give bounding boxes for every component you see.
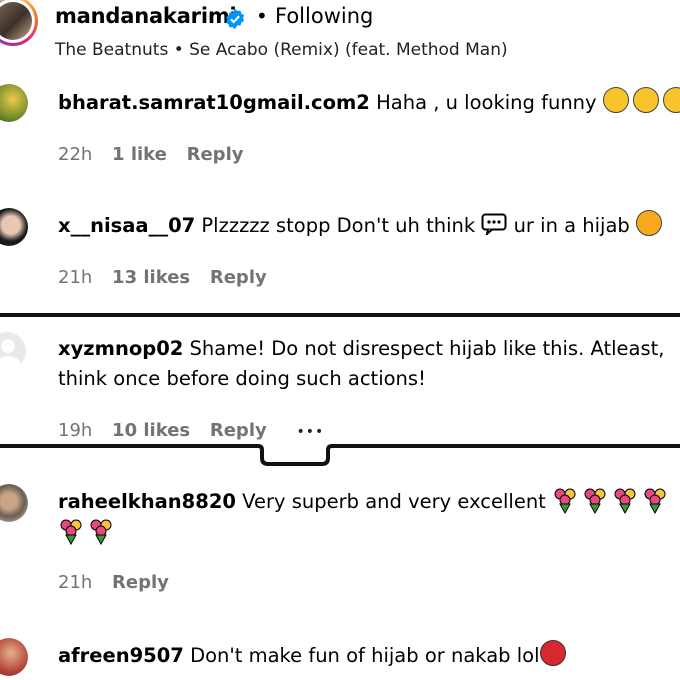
laughing-emoji-icon	[602, 87, 680, 114]
commenter-avatar[interactable]	[0, 84, 28, 122]
comment-body: x__nisaa__07 Plzzzzz stopp Don't uh thin…	[58, 210, 666, 241]
comment-body: raheelkhan8820 Very superb and very exce…	[58, 486, 672, 548]
reply-button[interactable]: Reply	[112, 572, 169, 593]
comment-text: ur in a hijab	[513, 214, 630, 237]
reply-button[interactable]: Reply	[210, 420, 267, 441]
comment-body: afreen9507 Don't make fun of hijab or na…	[58, 640, 570, 671]
bouquet-emoji-icon	[552, 488, 672, 514]
angry-devil-emoji-icon	[539, 640, 566, 666]
bouquet-emoji-icon	[58, 519, 118, 545]
comment-text: Very superb and very excellent	[242, 490, 546, 513]
song-attribution[interactable]: The Beatnuts • Se Acabo (Remix) (feat. M…	[55, 40, 508, 60]
story-ring-avatar[interactable]	[0, 0, 38, 46]
post-author-username[interactable]: mandanakarimi	[55, 4, 237, 28]
speech-bubble-emoji-icon	[481, 213, 507, 237]
comment-username[interactable]: xyzmnop02	[58, 337, 183, 360]
comment-meta: 22h 1 like Reply	[58, 144, 257, 165]
comment-meta: 21h 13 likes Reply	[58, 267, 281, 288]
comment-text-line2: think once before doing such actions!	[58, 367, 426, 390]
comment-time: 22h	[58, 144, 93, 165]
comment-time: 21h	[58, 572, 93, 593]
comment-text: Haha , u looking funny	[376, 91, 597, 114]
comment-likes[interactable]: 10 likes	[112, 420, 190, 441]
comment-username[interactable]: bharat.samrat10gmail.com2	[58, 91, 370, 114]
angry-face-emoji-icon	[636, 210, 663, 236]
comment-item: x__nisaa__07 Plzzzzz stopp Don't uh thin…	[0, 204, 680, 304]
highlight-border-top	[0, 313, 680, 317]
comment-time: 19h	[58, 420, 93, 441]
default-avatar-icon[interactable]	[0, 332, 26, 370]
comment-item: raheelkhan8820 Very superb and very exce…	[0, 478, 680, 608]
more-options-icon[interactable]: •••	[296, 424, 324, 440]
header-separator: •	[256, 4, 268, 28]
reply-button[interactable]: Reply	[210, 267, 267, 288]
commenter-avatar[interactable]	[0, 638, 28, 676]
comment-time: 21h	[58, 267, 93, 288]
comment-item: afreen9507 Don't make fun of hijab or na…	[0, 632, 680, 680]
comment-likes[interactable]: 13 likes	[112, 267, 190, 288]
comment-text: Shame! Do not disrespect hijab like this…	[189, 337, 665, 360]
post-header: mandanakarimi • Following The Beatnuts •…	[0, 0, 680, 84]
comment-likes[interactable]: 1 like	[112, 144, 167, 165]
reply-button[interactable]: Reply	[187, 144, 244, 165]
verified-badge-icon	[225, 8, 245, 30]
comment-body: bharat.samrat10gmail.com2 Haha , u looki…	[58, 87, 680, 118]
comment-text: Plzzzzz stopp Don't uh think	[201, 214, 476, 237]
highlight-border-bottom	[0, 444, 680, 466]
commenter-avatar[interactable]	[0, 484, 28, 522]
comment-meta: 21h Reply	[58, 572, 183, 593]
comment-body: xyzmnop02 Shame! Do not disrespect hijab…	[58, 334, 665, 394]
comment-username[interactable]: afreen9507	[58, 644, 184, 667]
following-button[interactable]: Following	[275, 4, 373, 28]
commenter-avatar[interactable]	[0, 208, 28, 246]
comment-username[interactable]: x__nisaa__07	[58, 214, 195, 237]
comment-item: xyzmnop02 Shame! Do not disrespect hijab…	[0, 322, 680, 442]
comment-meta: 19h 10 likes Reply •••	[58, 420, 338, 441]
comment-username[interactable]: raheelkhan8820	[58, 490, 236, 513]
comment-item: bharat.samrat10gmail.com2 Haha , u looki…	[0, 84, 680, 184]
comment-text: Don't make fun of hijab or nakab lol	[190, 644, 540, 667]
